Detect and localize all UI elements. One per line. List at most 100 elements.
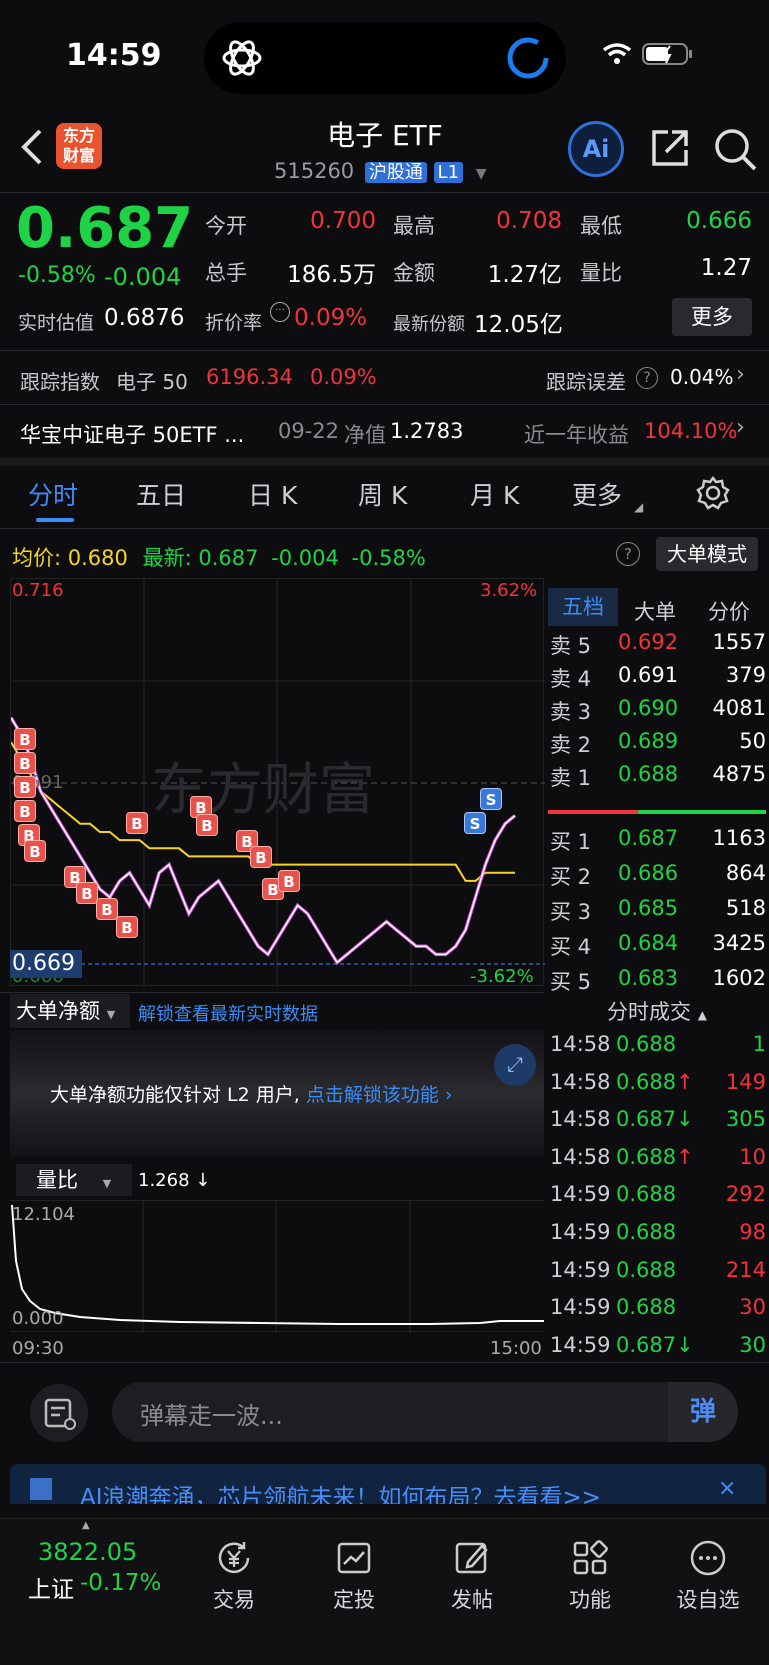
app-logo[interactable]: 东方 财富 <box>56 123 102 169</box>
buy-marker[interactable]: B <box>14 776 36 798</box>
help-icon[interactable]: ? <box>616 542 640 566</box>
ask-label: 卖 4 <box>550 667 592 691</box>
ratio-value: 1.268 ↓ <box>138 1170 211 1191</box>
close-icon[interactable]: × <box>718 1476 736 1501</box>
bid-row[interactable]: 买 4 0.684 3425 <box>548 931 766 965</box>
trade-price: 0.688 <box>616 1295 677 1320</box>
trade-time: 14:59 <box>550 1257 611 1282</box>
unlock-link[interactable]: 解锁查看最新实时数据 <box>138 1000 318 1026</box>
divider <box>0 350 769 351</box>
tab-month-k[interactable]: 月 K <box>470 476 519 512</box>
index-pct: -0.17% <box>80 1570 162 1596</box>
trade-row: 14:59 0.688 30 <box>548 1295 766 1331</box>
avg-value: 0.680 <box>67 546 128 570</box>
buy-marker[interactable]: B <box>14 800 36 822</box>
buy-marker[interactable]: B <box>126 812 148 834</box>
tab-five-levels[interactable]: 五档 <box>548 588 618 626</box>
tab-intraday[interactable]: 分时 <box>28 476 78 512</box>
ask-row[interactable]: 卖 5 0.692 1557 <box>548 630 766 664</box>
ratio-selector[interactable]: 量比 ▼ <box>16 1164 132 1196</box>
tab-week-k[interactable]: 周 K <box>358 476 407 512</box>
megaphone-icon <box>30 1478 52 1500</box>
fund-row[interactable]: 华宝中证电子 50ETF ... 09-22 净值 1.2783 近一年收益 1… <box>0 405 769 457</box>
index-ticker[interactable]: ▲ 3822.05 上证 -0.17% <box>14 1518 174 1603</box>
tab-more[interactable]: 更多 <box>572 476 622 512</box>
vr-label: 量比 <box>580 261 622 285</box>
notes-icon <box>44 1398 76 1430</box>
bid-row[interactable]: 买 3 0.685 518 <box>548 896 766 930</box>
subtitle-row[interactable]: 515260 沪股通 L1 ▼ <box>274 158 487 188</box>
help-icon[interactable]: ? <box>636 367 658 389</box>
nav-add-watchlist[interactable]: 设自选 <box>658 1518 758 1614</box>
ask-price: 0.688 <box>618 762 679 786</box>
ask-row[interactable]: 卖 4 0.691 379 <box>548 663 766 697</box>
sell-marker[interactable]: S <box>464 812 486 834</box>
index-name: 上证 <box>28 1577 74 1603</box>
buy-marker[interactable]: B <box>250 846 272 868</box>
battery-icon <box>642 43 692 65</box>
buy-marker[interactable]: B <box>76 882 98 904</box>
divider <box>0 192 769 193</box>
buy-marker[interactable]: B <box>96 898 118 920</box>
ai-button[interactable]: Ai <box>568 121 624 177</box>
notes-button[interactable] <box>30 1384 88 1442</box>
shares-label: 最新份额 <box>393 314 465 335</box>
big-order-selector[interactable]: 大单净额 ▼ <box>10 994 130 1028</box>
nav-fixed-invest[interactable]: 定投 <box>304 1518 404 1614</box>
nav-functions[interactable]: 功能 <box>540 1518 640 1614</box>
big-order-mode-button[interactable]: 大单模式 <box>656 537 758 571</box>
bid-row[interactable]: 买 1 0.687 1163 <box>548 826 766 860</box>
back-button[interactable] <box>16 125 46 169</box>
trades-header[interactable]: 分时成交 ▲ <box>548 996 766 1026</box>
nav-post[interactable]: 发帖 <box>422 1518 522 1614</box>
buy-marker[interactable]: B <box>14 728 36 750</box>
bid-label: 买 5 <box>550 970 592 994</box>
buy-marker[interactable]: B <box>196 814 218 836</box>
ask-row[interactable]: 卖 3 0.690 4081 <box>548 696 766 730</box>
last-label: 最新: <box>142 546 192 570</box>
info-dots-icon[interactable]: ··· <box>270 302 290 322</box>
share-button[interactable] <box>648 126 692 170</box>
buy-marker[interactable]: B <box>116 916 138 938</box>
bid-row[interactable]: 买 5 0.683 1602 <box>548 966 766 1000</box>
divider <box>0 1362 769 1363</box>
tab-price-dist[interactable]: 分价 <box>708 596 750 626</box>
tab-five-day[interactable]: 五日 <box>136 476 186 512</box>
stock-code: 515260 <box>274 159 355 183</box>
orderbook-tabs: 五档 大单 分价 <box>548 588 766 628</box>
trade-volume: 1 <box>752 1032 766 1056</box>
market-badge: 沪股通 <box>364 162 427 183</box>
trade-time: 14:58 <box>550 1032 611 1056</box>
intraday-chart[interactable]: 东方财富 <box>9 578 545 987</box>
ask-row[interactable]: 卖 1 0.688 4875 <box>548 762 766 796</box>
danmu-send-button[interactable]: 弹 <box>668 1382 738 1442</box>
buy-marker[interactable]: B <box>24 840 46 862</box>
promo-banner[interactable]: AI浪潮奔涌，芯片领航未来！如何布局？去看看>> × <box>10 1464 766 1504</box>
chart-top-pct: 3.62% <box>480 580 538 601</box>
tracking-row[interactable]: 跟踪指数 电子 50 6196.34 0.09% 跟踪误差 ? 0.04% › <box>0 352 769 404</box>
bid-label: 买 4 <box>550 935 592 959</box>
buy-marker[interactable]: B <box>278 870 300 892</box>
bid-price: 0.687 <box>618 826 679 850</box>
expand-button[interactable]: ⤢ <box>494 1044 536 1086</box>
gear-icon <box>696 475 730 510</box>
tab-day-k[interactable]: 日 K <box>248 476 297 512</box>
trade-time: 14:58 <box>550 1069 611 1094</box>
notice-link[interactable]: 点击解锁该功能 <box>306 1084 439 1106</box>
nav-fixed-invest-label: 定投 <box>333 1588 375 1612</box>
tab-big-orders[interactable]: 大单 <box>634 596 676 626</box>
bid-row[interactable]: 买 2 0.686 864 <box>548 861 766 895</box>
ask-label: 卖 2 <box>550 733 592 757</box>
fund-return-label: 近一年收益 <box>524 423 629 447</box>
more-button[interactable]: 更多 <box>672 298 752 336</box>
search-button[interactable] <box>712 126 758 172</box>
ratio-min: 0.000 <box>12 1308 64 1329</box>
trade-volume: 305 <box>725 1107 766 1132</box>
sell-marker[interactable]: S <box>480 788 502 810</box>
ask-row[interactable]: 卖 2 0.689 50 <box>548 729 766 763</box>
settings-button[interactable] <box>696 475 730 510</box>
danmu-input[interactable]: 弹幕走一波... 弹 <box>112 1382 738 1442</box>
nav-trade[interactable]: 交易 <box>184 1518 284 1614</box>
pct-value: -0.58% <box>351 546 426 570</box>
buy-marker[interactable]: B <box>14 752 36 774</box>
